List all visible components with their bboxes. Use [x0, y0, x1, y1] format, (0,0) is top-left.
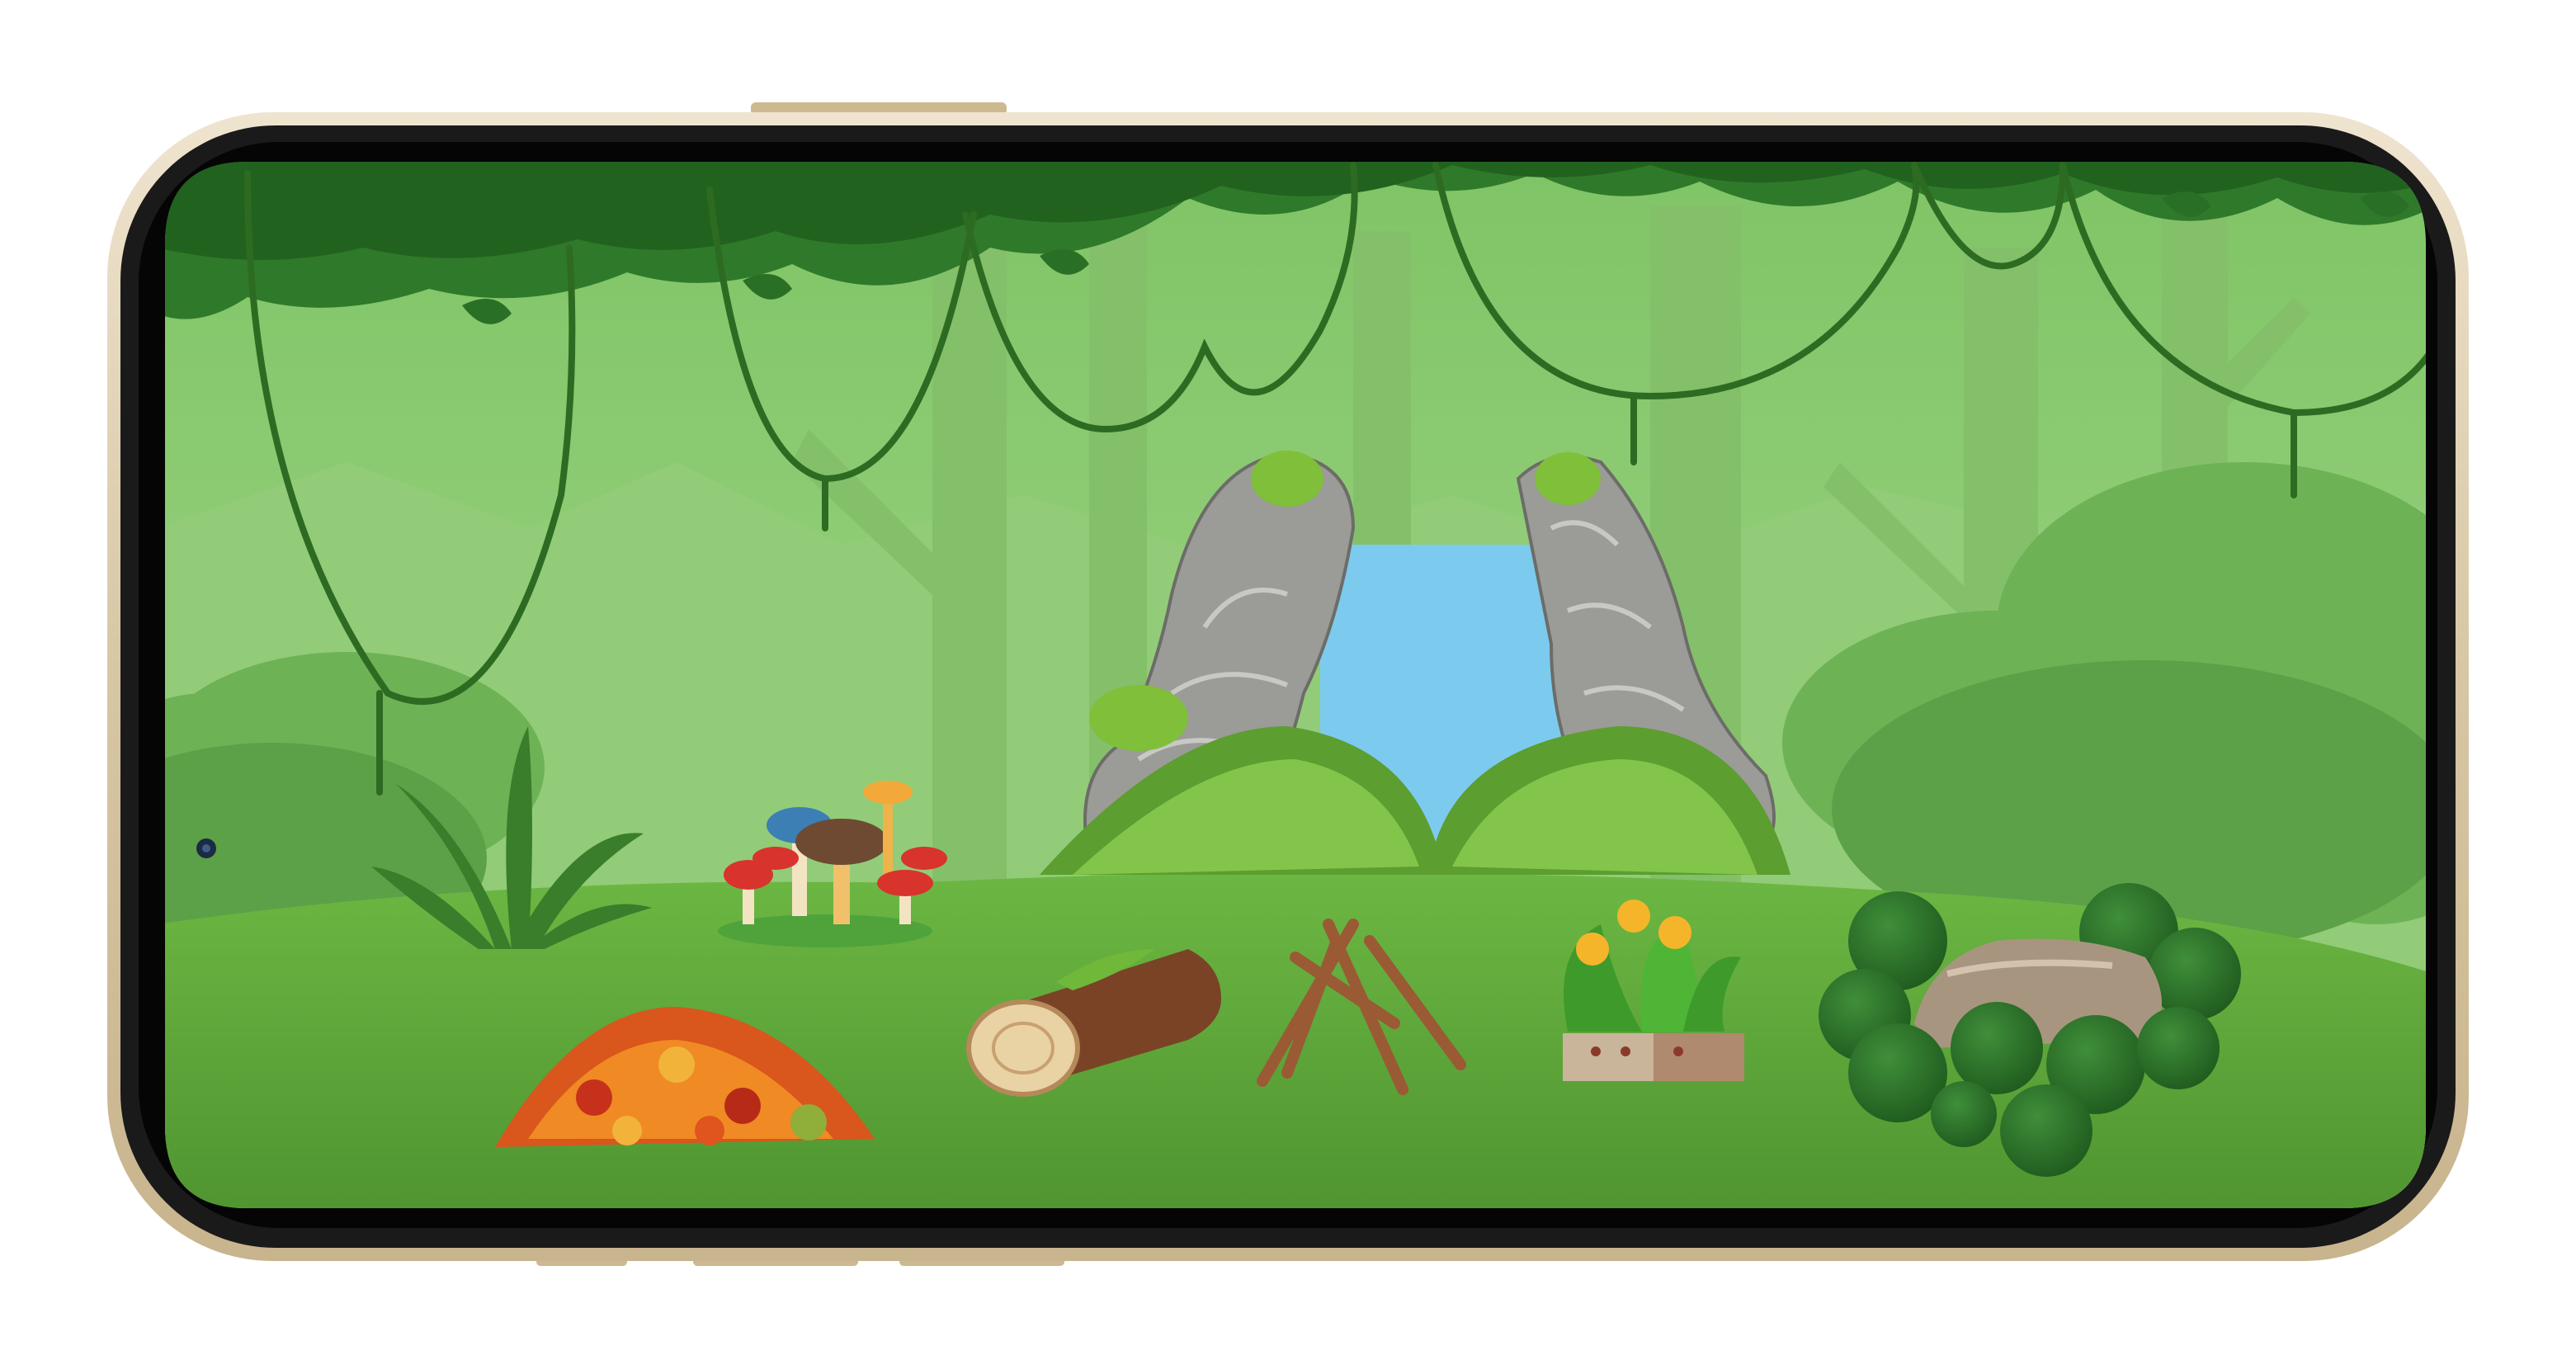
game-screenshot — [0, 0, 2576, 1365]
camera-notch — [196, 838, 216, 858]
scene-svg — [58, 102, 2541, 1266]
game-screen[interactable] — [58, 157, 2541, 1221]
